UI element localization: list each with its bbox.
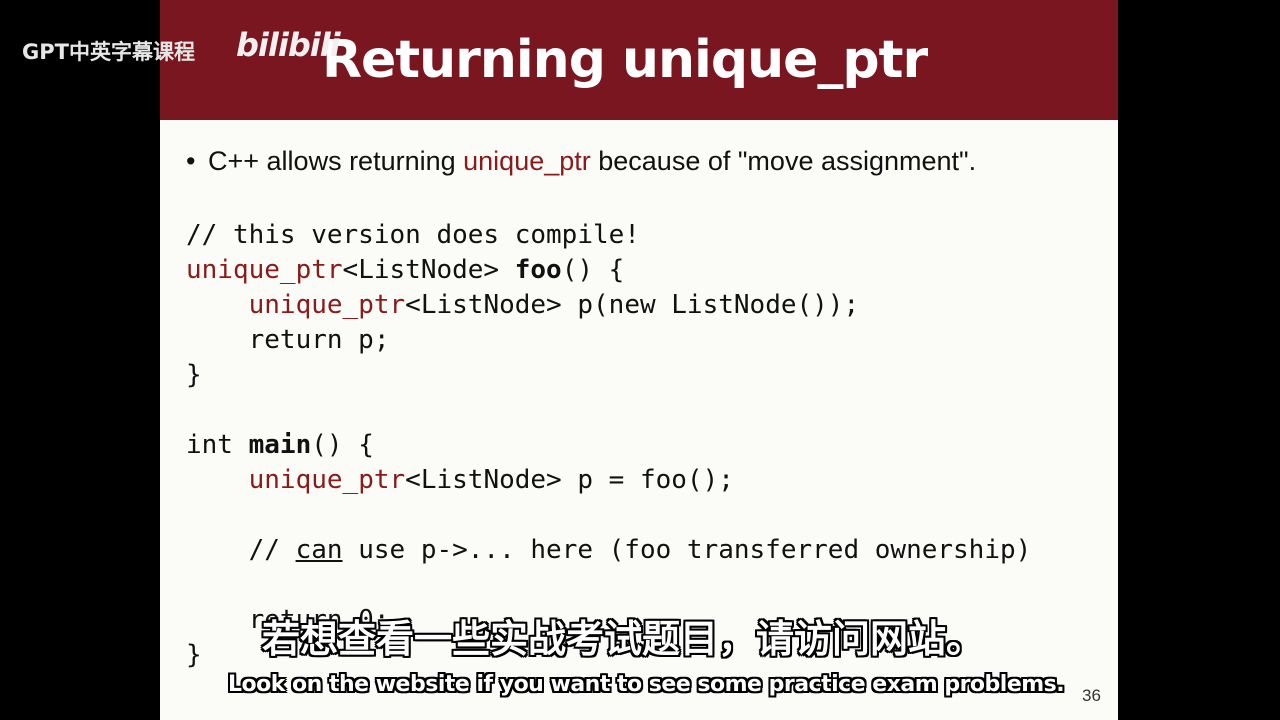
- code-line: ​: [186, 393, 1031, 428]
- bullet-point: • C++ allows returning unique_ptr because…: [186, 146, 976, 177]
- code-line: // can use p->... here (foo transferred …: [186, 535, 1032, 565]
- bullet-text-pre: C++ allows returning: [208, 146, 464, 176]
- code-line: ​: [186, 568, 1031, 603]
- code-block: // this version does compile! unique_ptr<…: [186, 218, 1031, 673]
- code-line: ​: [186, 498, 1031, 533]
- code-line: }: [186, 360, 202, 390]
- subtitle-chinese: 若想查看一些实战考试题目，请访问网站。: [262, 617, 985, 661]
- bullet-icon: •: [186, 146, 196, 176]
- slide-title: Returning unique_ptr: [322, 30, 928, 90]
- code-line: return p;: [186, 325, 390, 355]
- code-line: unique_ptr<ListNode> p = foo();: [248, 465, 734, 495]
- channel-watermark: GPT中英字幕课程: [22, 40, 195, 64]
- subtitle-english: Look on the website if you want to see s…: [228, 672, 1065, 697]
- bullet-text-post: because of "move assignment".: [590, 146, 977, 176]
- code-line: int main() {: [186, 430, 374, 460]
- page-number: 36: [1082, 686, 1101, 705]
- bilibili-logo: bilibili: [236, 26, 341, 64]
- code-line: unique_ptr<ListNode> p(new ListNode());: [248, 290, 860, 320]
- code-line: unique_ptr<ListNode> foo() {: [186, 255, 625, 285]
- code-line: // this version does compile!: [186, 220, 640, 250]
- bullet-keyword: unique_ptr: [463, 146, 591, 176]
